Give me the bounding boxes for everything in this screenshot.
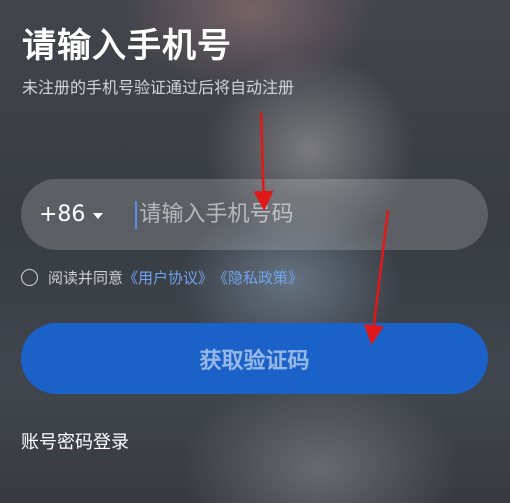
agreement-row: 阅读并同意 《用户协议》 《隐私政策》	[21, 267, 303, 288]
radio-circle-icon[interactable]	[21, 269, 38, 286]
user-agreement-link[interactable]: 《用户协议》	[123, 267, 213, 288]
country-code-label: +86	[39, 202, 86, 227]
page-title: 请输入手机号	[22, 26, 232, 66]
agreement-prefix: 阅读并同意	[48, 269, 124, 287]
country-code-selector[interactable]: +86	[39, 202, 104, 227]
phone-input-box: +86	[21, 179, 488, 250]
privacy-policy-link[interactable]: 《隐私政策》	[213, 267, 303, 288]
caret-down-icon	[93, 212, 104, 219]
page-subtitle: 未注册的手机号验证通过后将自动注册	[22, 78, 295, 97]
phone-number-input[interactable]	[137, 202, 488, 227]
password-login-link[interactable]: 账号密码登录	[21, 428, 129, 454]
get-code-button[interactable]: 获取验证码	[21, 323, 488, 394]
